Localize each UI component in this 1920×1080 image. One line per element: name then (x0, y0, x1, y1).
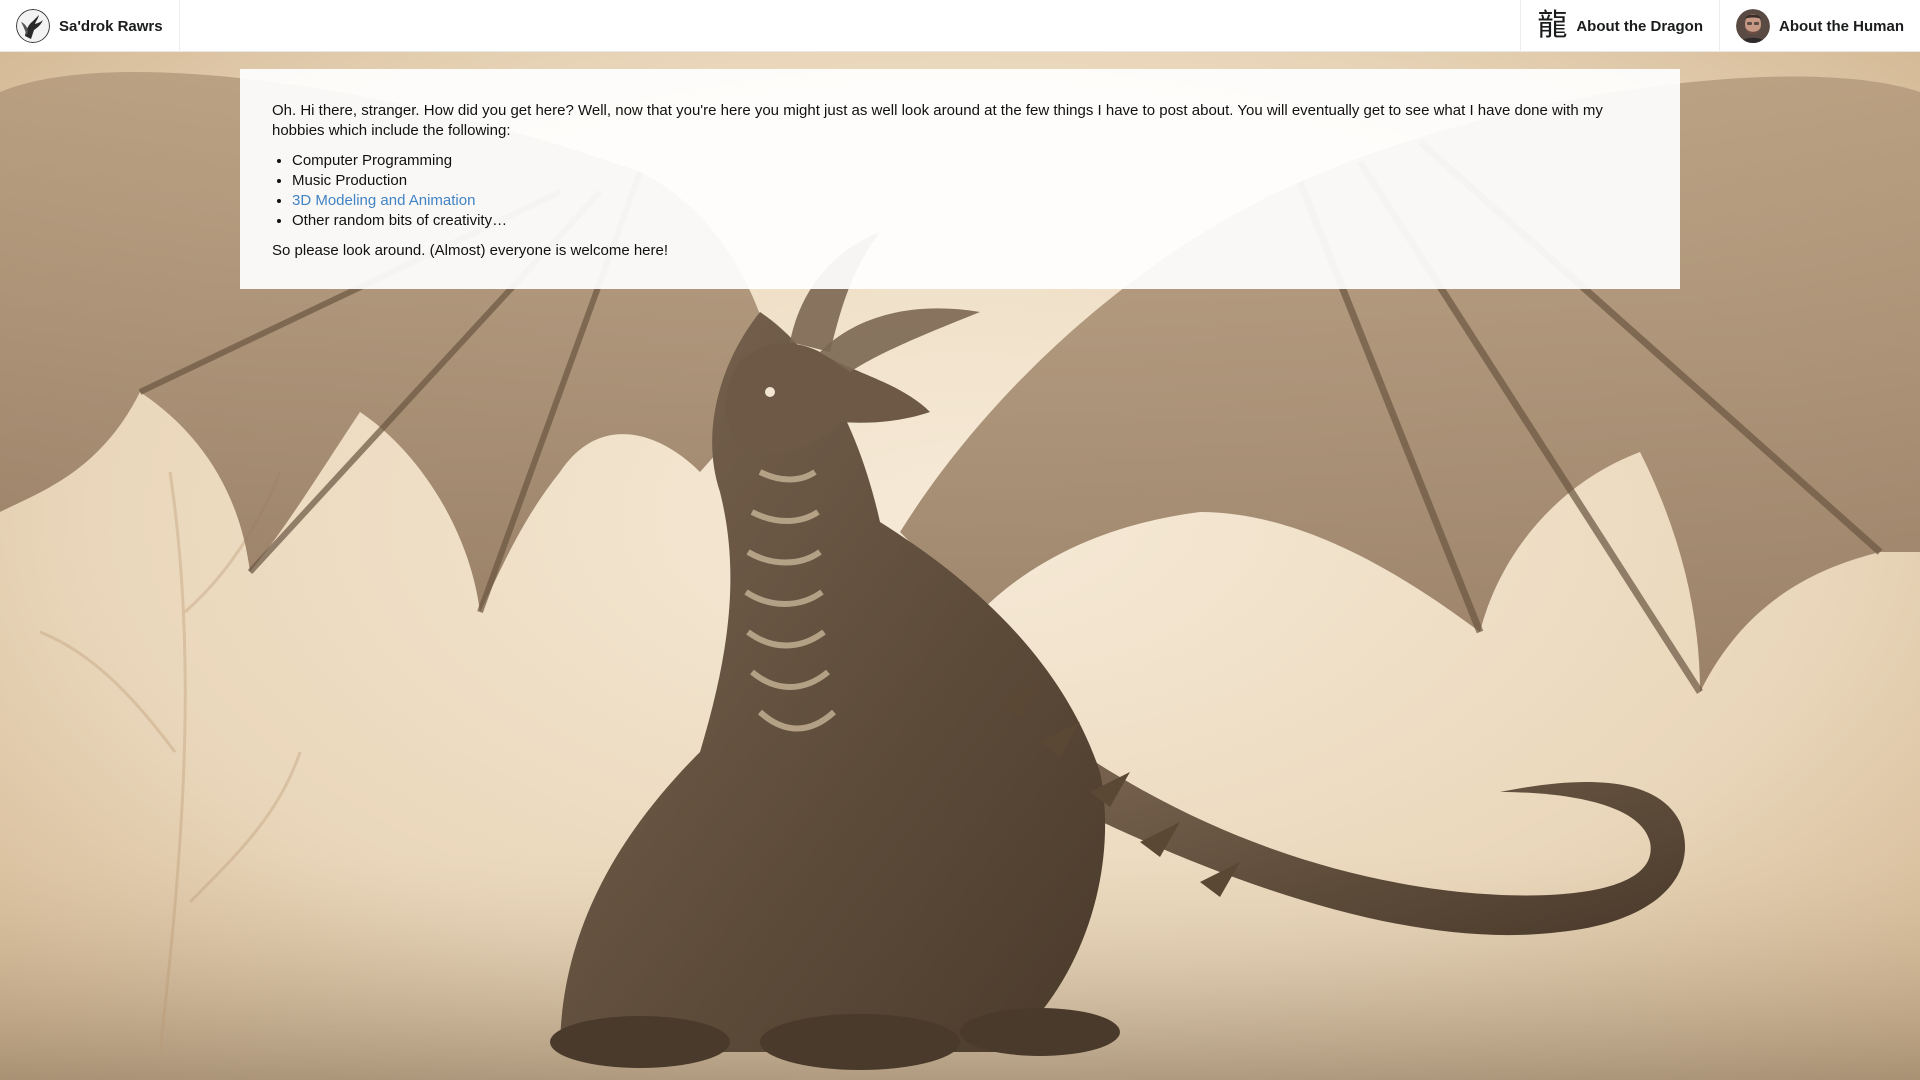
brand-link[interactable]: Sa'drok Rawrs (0, 0, 180, 52)
nav-about-dragon[interactable]: 龍 About the Dragon (1520, 0, 1719, 52)
welcome-card: Oh. Hi there, stranger. How did you get … (240, 69, 1680, 289)
dragon-avatar-icon (16, 9, 50, 43)
nav-about-human[interactable]: About the Human (1719, 0, 1920, 52)
about-human-label: About the Human (1779, 17, 1904, 35)
brand-label: Sa'drok Rawrs (59, 17, 163, 35)
navbar-spacer (180, 0, 1521, 51)
dragon-kanji-icon: 龍 (1537, 8, 1568, 43)
outro-paragraph: So please look around. (Almost) everyone… (272, 242, 669, 259)
human-avatar-icon (1736, 9, 1770, 43)
hobby-list: Computer Programming Music Production 3D… (272, 151, 1648, 231)
hobby-item-programming: Computer Programming (292, 151, 1648, 171)
hobby-item-3d-modeling: 3D Modeling and Animation (292, 191, 1648, 211)
hobby-item-other: Other random bits of creativity… (292, 211, 1648, 231)
intro-paragraph: Oh. Hi there, stranger. How did you get … (272, 102, 1603, 139)
about-dragon-label: About the Dragon (1576, 17, 1703, 35)
top-navbar: Sa'drok Rawrs 龍 About the Dragon About t… (0, 0, 1920, 52)
hobby-item-music: Music Production (292, 171, 1648, 191)
3d-modeling-link[interactable]: 3D Modeling and Animation (292, 192, 475, 209)
